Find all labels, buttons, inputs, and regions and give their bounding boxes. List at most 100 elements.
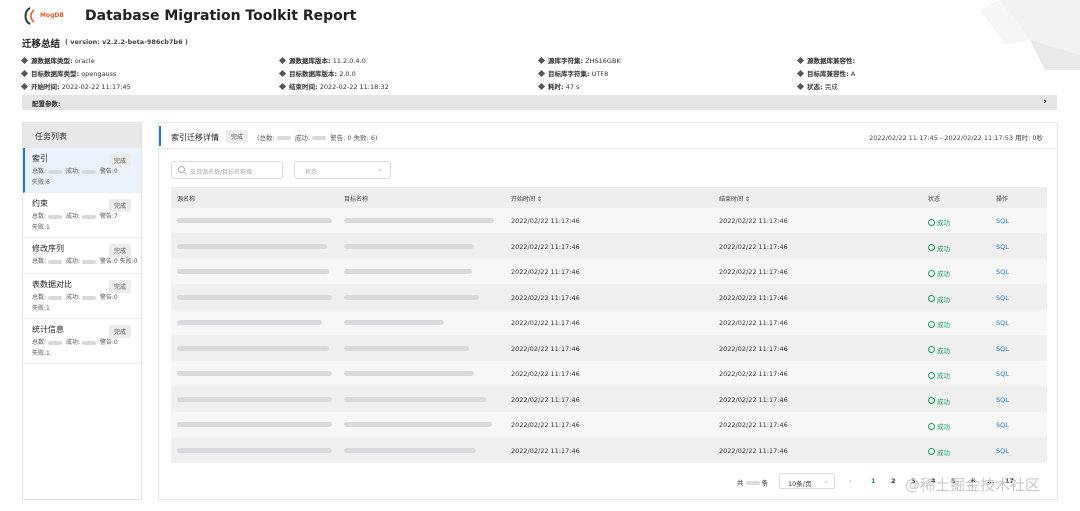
task-item-table-data-compare[interactable]: 表数据对比 完成 总数: 成功: 警告:0 失败:1: [23, 274, 141, 319]
watermark: @稀土掘金技术社区: [905, 476, 1041, 494]
source-charset: 源库字符集: ZHS16GBK: [537, 55, 621, 65]
sql-link[interactable]: SQL: [996, 243, 1009, 251]
sql-link[interactable]: SQL: [996, 345, 1009, 353]
config-params-toggle[interactable]: 配置参数: ›: [22, 95, 1057, 110]
check-circle-icon: [928, 397, 935, 404]
source-db-type: 源数据库类型: oracle: [20, 55, 95, 65]
redacted-source-name: [177, 218, 332, 223]
start-time-cell: 2022/02/22 11:17:46: [511, 446, 580, 455]
table-row: 2022/02/22 11:17:46 2022/02/22 11:17:46 …: [171, 310, 1047, 336]
redacted-target-name: [344, 396, 486, 402]
sql-link[interactable]: SQL: [996, 319, 1009, 327]
status-badge: 完成: [226, 130, 249, 143]
target-compat: 目标库兼容性: A: [796, 68, 855, 78]
redacted-source-name: [177, 269, 329, 274]
source-compat: 源数据库兼容性:: [796, 55, 855, 65]
start-time-cell: 2022/02/22 11:17:46: [511, 395, 580, 404]
chevron-right-icon[interactable]: ›: [1043, 97, 1047, 107]
info-row: 开始时间: 2022-02-22 11:17:45 结束时间: 2022-02-…: [20, 81, 1062, 94]
task-item-index[interactable]: 索引 完成 总数: 成功: 警告:0 失败:6: [23, 148, 141, 193]
redacted-source-name: [177, 243, 327, 249]
start-time-cell: 2022/02/22 11:17:46: [511, 242, 580, 251]
start-time-cell: 2022/02/22 11:17:46: [511, 370, 580, 378]
diamond-icon: [537, 69, 546, 77]
chevron-down-icon: ⌄: [823, 477, 829, 485]
status-cell: 成功: [928, 243, 950, 253]
col-action: 操作: [996, 196, 1009, 203]
table-body: 2022/02/22 11:17:46 2022/02/22 11:17:46 …: [171, 208, 1047, 463]
task-status-badge: 完成: [108, 199, 131, 212]
check-circle-icon: [928, 320, 935, 328]
config-params-label: 配置参数:: [32, 100, 61, 108]
table-row: 2022/02/22 11:17:46 2022/02/22 11:17:46 …: [171, 437, 1047, 463]
start-time-cell: 2022/02/22 11:17:46: [511, 344, 580, 353]
status-cell: 成功: [928, 447, 950, 457]
sql-link[interactable]: SQL: [996, 370, 1009, 378]
migration-table: 源名称 目标名称 开始时间 ⇕ 结束时间 ⇕ 状态 操作 2022/02/22 …: [171, 187, 1047, 463]
redacted-target-name: [344, 294, 479, 300]
search-icon: [178, 166, 185, 173]
task-stats: 总数: 成功: 警告:0 失败:1: [32, 294, 118, 312]
status-filter-select[interactable]: 状态 ⌄: [294, 161, 391, 179]
start-time-cell: 2022/02/22 11:17:46: [511, 421, 580, 429]
end-time-cell: 2022/02/22 11:17:46: [719, 293, 788, 302]
table-header: 源名称 目标名称 开始时间 ⇕ 结束时间 ⇕ 状态 操作: [171, 187, 1047, 208]
sql-link[interactable]: SQL: [996, 217, 1009, 225]
page-size-select[interactable]: 10条/页 ⌄: [779, 473, 835, 489]
task-item-constraint[interactable]: 约束 完成 总数: 成功: 警告:7 失败:1: [23, 193, 141, 238]
redacted-source-name: [177, 294, 332, 300]
check-circle-icon: [928, 269, 935, 277]
start-time-cell: 2022/02/22 11:17:46: [511, 217, 580, 225]
task-status-badge: 完成: [108, 244, 131, 257]
sql-link[interactable]: SQL: [996, 396, 1009, 404]
panel-stats: (总数: 成功: 警告: 0 失败: 6): [257, 134, 378, 142]
col-target-name[interactable]: 目标名称: [344, 194, 368, 203]
task-status-badge: 完成: [108, 325, 131, 338]
page-2[interactable]: 2: [891, 477, 896, 485]
task-status-badge: 完成: [108, 280, 131, 293]
summary-title: 迁移总结: [22, 39, 61, 50]
end-time-cell: 2022/02/22 11:17:46: [719, 242, 788, 251]
start-time-cell: 2022/02/22 11:17:46: [511, 319, 580, 327]
col-start-time[interactable]: 开始时间 ⇕: [511, 194, 542, 203]
redacted-target-name: [344, 447, 476, 453]
task-stats: 总数: 成功: 警告:0 失败:6: [32, 168, 118, 186]
redacted-source-name: [177, 345, 329, 351]
name-search-input[interactable]: 支持源名称/目标名称搜: [171, 161, 283, 179]
task-list-sidebar: 任务列表 索引 完成 总数: 成功: 警告:0 失败:6 约束 完成 总数: 成…: [22, 122, 142, 500]
migration-detail-panel: 索引迁移详情 完成 (总数: 成功: 警告: 0 失败: 6) 2022/02/…: [158, 122, 1058, 500]
info-row: 目标数据库类型: opengauss 目标数据库版本: 2.0.0 目标库字符集…: [20, 68, 1062, 81]
status-cell: 成功: [928, 345, 950, 355]
end-time-cell: 2022/02/22 11:17:46: [719, 268, 788, 276]
col-source-name[interactable]: 源名称: [177, 194, 195, 203]
start-time: 开始时间: 2022-02-22 11:17:45: [20, 81, 131, 91]
redacted-target-name: [344, 218, 494, 223]
sql-link[interactable]: SQL: [996, 294, 1009, 302]
redacted-source-name: [177, 447, 332, 453]
check-circle-icon: [928, 422, 935, 430]
overall-status: 状态: 完成: [796, 81, 838, 91]
sql-link[interactable]: SQL: [996, 268, 1009, 276]
diamond-icon: [278, 56, 287, 64]
status-cell: 成功: [928, 268, 950, 278]
diamond-icon: [20, 82, 29, 90]
start-time-cell: 2022/02/22 11:17:46: [511, 268, 580, 276]
source-db-version: 源数据库版本: 11.2.0.4.0: [278, 55, 366, 65]
redacted-source-name: [177, 371, 332, 376]
sql-link[interactable]: SQL: [996, 421, 1009, 429]
page-1[interactable]: 1: [871, 477, 876, 485]
prev-page-button[interactable]: ‹: [849, 477, 852, 485]
col-end-time[interactable]: 结束时间 ⇕: [719, 194, 750, 203]
task-list-title: 任务列表: [23, 123, 141, 148]
task-item-statistics[interactable]: 统计信息 完成 总数: 成功: 警告:0 失败:1: [23, 319, 141, 364]
info-row: 源数据库类型: oracle 源数据库版本: 11.2.0.4.0 源库字符集:…: [20, 55, 1062, 68]
status-cell: 成功: [928, 396, 950, 406]
diamond-icon: [796, 82, 805, 90]
status-cell: 成功: [928, 319, 950, 329]
status-cell: 成功: [928, 421, 950, 431]
redacted-target-name: [344, 269, 472, 274]
task-item-alter-sequence[interactable]: 修改序列 完成 总数: 成功: 警告:0 失败:0: [23, 238, 141, 274]
pager-total: 共条: [737, 479, 768, 487]
sql-link[interactable]: SQL: [996, 447, 1009, 455]
diamond-icon: [278, 82, 287, 90]
